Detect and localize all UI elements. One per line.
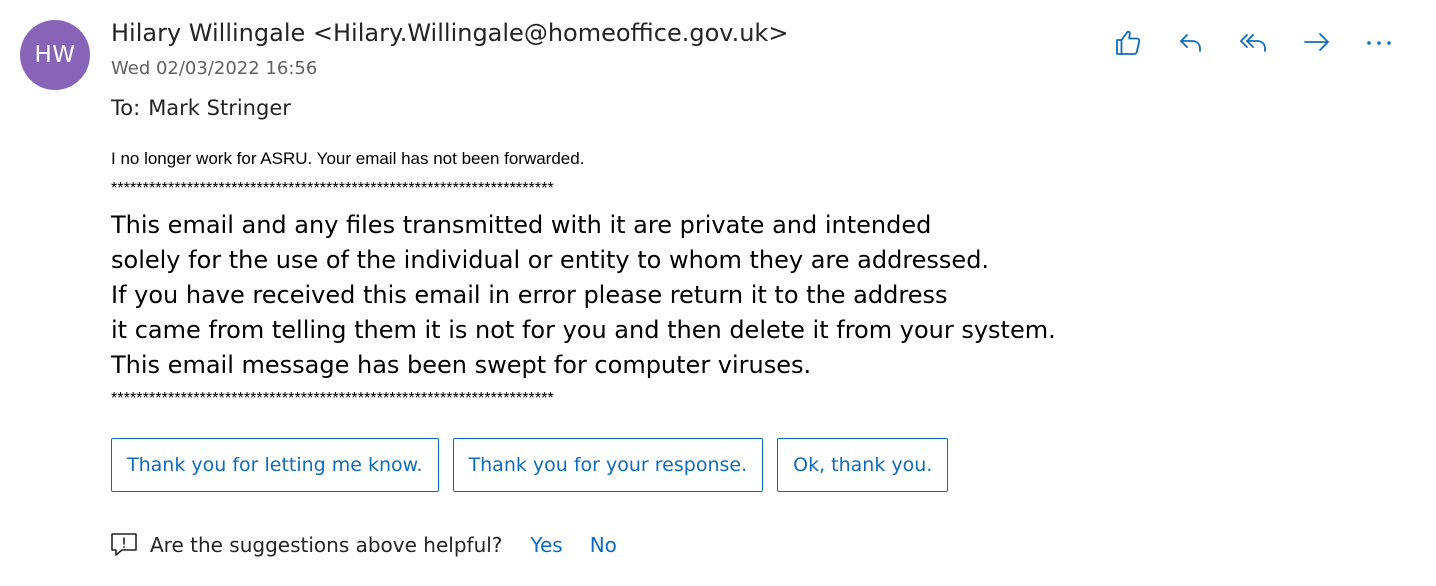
reply-all-button[interactable] (1234, 24, 1274, 60)
avatar-initials: HW (34, 42, 76, 68)
feedback-no-link[interactable]: No (590, 530, 617, 560)
sender-avatar[interactable]: HW (20, 20, 90, 90)
forward-icon (1302, 27, 1332, 57)
disclaimer-line: This email and any files transmitted wit… (111, 211, 932, 239)
sent-date: Wed 02/03/2022 16:56 (111, 58, 318, 79)
like-icon (1112, 26, 1144, 58)
reply-icon (1176, 27, 1206, 57)
disclaimer-line: it came from telling them it is not for … (111, 316, 1056, 344)
disclaimer-text: This email and any files transmitted wit… (111, 208, 1056, 383)
suggested-replies: Thank you for letting me know. Thank you… (111, 438, 962, 492)
to-label: To: (111, 96, 141, 120)
reply-all-icon (1238, 27, 1270, 57)
recipient-name[interactable]: Mark Stringer (148, 96, 291, 120)
disclaimer-line: solely for the use of the individual or … (111, 246, 990, 274)
recipients-line: To: Mark Stringer (111, 93, 291, 123)
suggestions-feedback: Are the suggestions above helpful? Yes N… (110, 530, 617, 560)
more-actions-button[interactable] (1360, 24, 1400, 60)
auto-reply-notice: I no longer work for ASRU. Your email ha… (111, 149, 585, 168)
suggested-reply-button[interactable]: Thank you for your response. (452, 438, 764, 492)
disclaimer-line: If you have received this email in error… (111, 281, 948, 309)
reply-button[interactable] (1171, 24, 1211, 60)
feedback-yes-link[interactable]: Yes (530, 530, 562, 560)
forward-button[interactable] (1297, 24, 1337, 60)
like-button[interactable] (1108, 24, 1148, 60)
feedback-question: Are the suggestions above helpful? (150, 533, 503, 557)
sender-name[interactable]: Hilary Willingale <Hilary.Willingale@hom… (111, 16, 788, 50)
separator-top: ****************************************… (111, 180, 554, 197)
suggested-reply-button[interactable]: Thank you for letting me know. (111, 438, 439, 492)
suggested-reply-button[interactable]: Ok, thank you. (777, 438, 949, 492)
disclaimer-line: This email message has been swept for co… (111, 351, 812, 379)
separator-bottom: ****************************************… (111, 390, 554, 407)
feedback-icon (110, 532, 138, 558)
message-actions-toolbar (1108, 24, 1400, 60)
more-actions-icon (1365, 27, 1395, 57)
